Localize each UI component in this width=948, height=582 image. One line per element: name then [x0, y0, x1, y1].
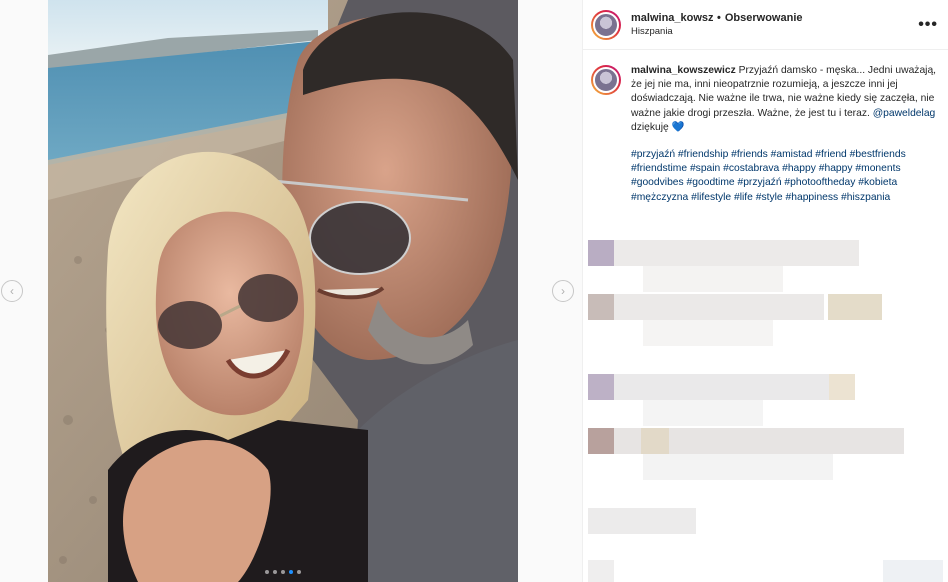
post-photo	[48, 0, 518, 582]
hashtags[interactable]: #przyjaźń #friendship #friends #amistad …	[631, 148, 938, 205]
carousel-dot	[297, 570, 301, 574]
obscured-comments	[583, 212, 948, 582]
carousel-dots	[48, 570, 518, 574]
obscured-text	[828, 294, 882, 320]
blue-heart-icon: 💙	[671, 121, 685, 133]
carousel-prev-button[interactable]: ‹	[1, 280, 23, 302]
post-header: malwina_kowszev • Obserwowanie Hiszpania…	[583, 0, 948, 50]
location-link[interactable]: Hiszpania	[631, 26, 918, 37]
obscured-text	[641, 428, 669, 454]
obscured-text	[614, 240, 859, 266]
obscured-text	[588, 508, 696, 534]
caption-avatar[interactable]	[591, 65, 621, 95]
separator-dot: •	[717, 12, 721, 24]
obscured-avatar	[588, 294, 614, 320]
obscured-text	[883, 560, 943, 582]
header-username-link[interactable]: malwina_kowszev	[631, 12, 713, 24]
caption-username-link[interactable]: malwina_kowszewicz	[631, 65, 736, 76]
mention-link[interactable]: @paweldelag	[873, 108, 936, 119]
obscured-avatar	[588, 428, 614, 454]
carousel-dot	[281, 570, 285, 574]
obscured-text	[614, 374, 829, 400]
photo-image	[48, 0, 518, 582]
caption: malwina_kowszewicz Przyjaźń damsko - męs…	[583, 50, 948, 205]
obscured-avatar	[588, 374, 614, 400]
chevron-left-icon: ‹	[10, 284, 14, 298]
obscured-text	[588, 560, 614, 582]
caption-thanks: dziękuję	[631, 121, 669, 133]
carousel-dot	[273, 570, 277, 574]
obscured-text	[643, 266, 783, 292]
avatar[interactable]	[591, 9, 621, 40]
post-side-panel: malwina_kowszev • Obserwowanie Hiszpania…	[582, 0, 948, 582]
carousel-dot-active	[289, 570, 293, 574]
carousel-dot	[265, 570, 269, 574]
obscured-text	[643, 320, 773, 346]
obscured-avatar	[588, 240, 614, 266]
obscured-text	[614, 294, 824, 320]
obscured-text	[829, 374, 855, 400]
obscured-text	[643, 454, 833, 480]
following-button[interactable]: Obserwowanie	[725, 12, 803, 24]
more-options-icon[interactable]: •••	[918, 16, 938, 34]
caption-body: malwina_kowszewicz Przyjaźń damsko - męs…	[631, 64, 938, 205]
chevron-right-icon: ›	[561, 284, 565, 298]
obscured-text	[643, 400, 763, 426]
carousel-next-button[interactable]: ›	[552, 280, 574, 302]
